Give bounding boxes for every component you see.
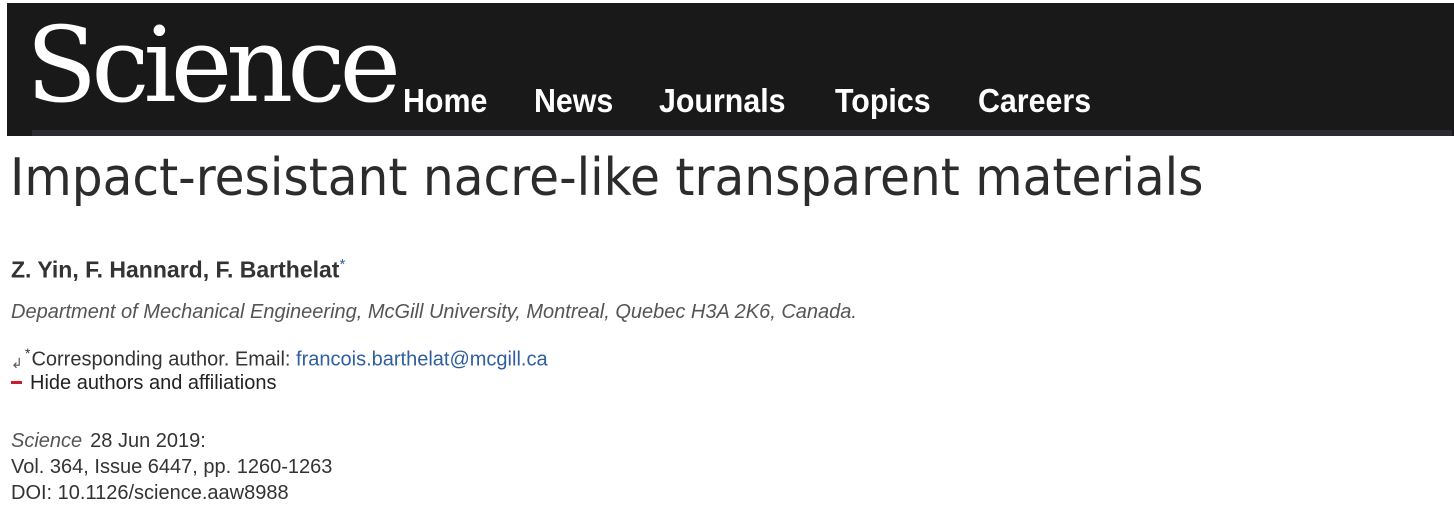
- main-nav: Home News Journals Topics Careers: [403, 79, 1140, 123]
- citation-journal: Science: [11, 430, 83, 452]
- hide-authors-toggle[interactable]: Hide authors and affiliations: [11, 369, 276, 397]
- nav-home[interactable]: Home: [403, 79, 487, 123]
- science-logo[interactable]: Science: [26, 5, 401, 125]
- corresponding-marker: *: [25, 345, 31, 361]
- nav-topics[interactable]: Topics: [835, 79, 931, 123]
- citation-volume: Vol. 364, Issue 6447, pp. 1260-1263: [11, 456, 333, 478]
- article-title: Impact-resistant nacre-like transparent …: [10, 148, 1204, 208]
- nav-journals[interactable]: Journals: [659, 79, 786, 123]
- author-affiliation: Department of Mechanical Engineering, Mc…: [11, 301, 857, 323]
- site-header: Science Home News Journals Topics Career…: [7, 3, 1454, 136]
- corresponding-author-marker[interactable]: *: [339, 256, 345, 273]
- author-names: Z. Yin, F. Hannard, F. Barthelat: [11, 256, 340, 283]
- corresponding-label: Corresponding author. Email:: [31, 348, 297, 371]
- citation-doi: DOI: 10.1126/science.aaw8988: [11, 482, 289, 504]
- nav-news[interactable]: News: [534, 79, 613, 123]
- corresponding-email-link[interactable]: francois.barthelat@mcgill.ca: [296, 349, 548, 371]
- minus-icon: [11, 381, 22, 385]
- citation-block: Science 28 Jun 2019: Vol. 364, Issue 6447…: [11, 428, 332, 506]
- author-list: Z. Yin, F. Hannard, F. Barthelat*: [11, 250, 345, 285]
- citation-date: 28 Jun 2019:: [90, 430, 206, 452]
- header-divider: [32, 130, 1452, 136]
- hide-authors-label: Hide authors and affiliations: [30, 372, 277, 394]
- citation-date-line: Science 28 Jun 2019:: [11, 428, 332, 454]
- nav-careers[interactable]: Careers: [978, 79, 1091, 123]
